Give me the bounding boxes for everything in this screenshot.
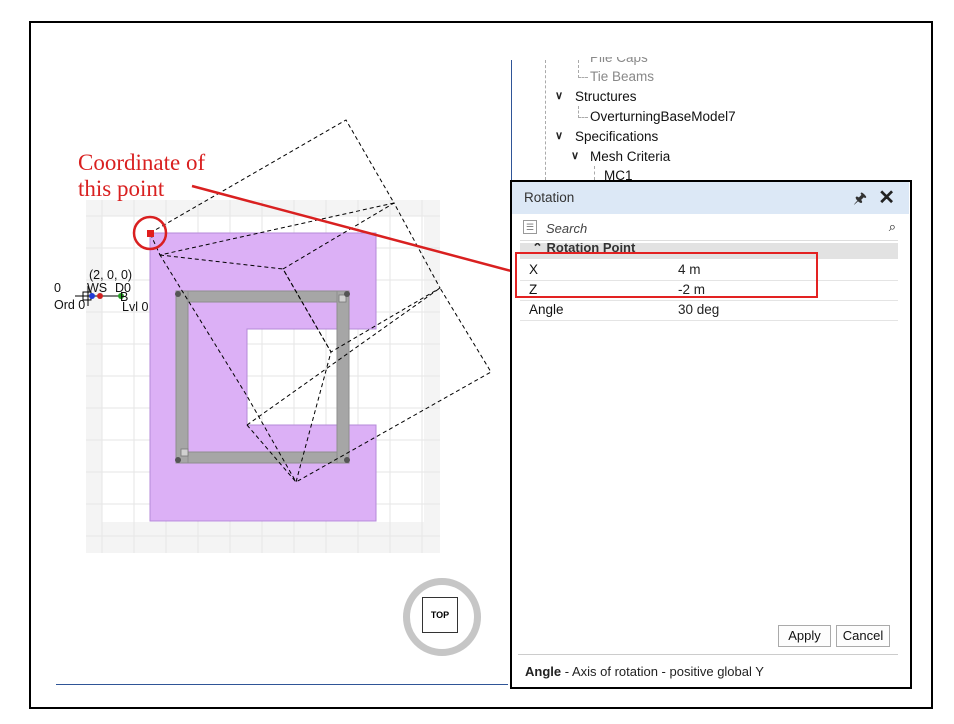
tree-connector [594,166,595,180]
tree-item-mc1[interactable]: MC1 [604,168,633,180]
tree-connector [545,60,546,180]
highlight-rectangle [515,252,818,298]
search-placeholder[interactable]: Search [546,221,587,236]
tree-item-specifications[interactable]: Specifications [575,129,658,144]
search-field[interactable]: ☰ Search ⌕ [520,218,898,241]
ordinate-label: Ord 0 [54,298,86,312]
tree-connector [578,77,588,78]
search-icon[interactable]: ⌕ [889,219,896,235]
beam-left [175,290,189,464]
pin-icon[interactable]: 🖈 [853,188,867,213]
rotation-point-marker [147,230,154,237]
chevron-down-icon[interactable]: ∨ [555,129,563,142]
tree-item-tie-beams[interactable]: Tie Beams [590,69,654,84]
tree-item-model[interactable]: OverturningBaseModel7 [590,109,736,124]
description-title: Angle [525,664,562,679]
property-name: Angle [529,302,564,317]
description-text: - Axis of rotation - positive global Y [561,664,764,679]
corner-node [344,457,350,463]
ws-label: WS [87,281,108,295]
close-icon[interactable]: ✕ [878,185,895,210]
beam-right [336,290,350,464]
cancel-button[interactable]: Cancel [836,625,890,647]
tree-connector [578,117,588,118]
tree-item-mesh-criteria[interactable]: Mesh Criteria [590,149,670,164]
chevron-down-icon[interactable]: ∨ [571,149,579,162]
beam-top [175,290,350,303]
list-icon: ☰ [523,220,537,234]
tree-panel-divider [511,60,512,182]
tree-connector [578,60,579,78]
corner-node [344,291,350,297]
coordinate-label: (2, 0, 0) [89,268,133,282]
panel-title: Rotation [524,190,575,205]
corner-node [175,291,181,297]
corner-node [175,457,181,463]
beam-bottom [175,451,350,464]
property-value[interactable]: 30 deg [678,302,719,317]
viewport-bottom-edge [56,684,508,685]
description-divider [518,654,898,655]
tree-item-structures[interactable]: Structures [575,89,637,104]
apply-button[interactable]: Apply [778,625,831,647]
property-description: Angle - Axis of rotation - positive glob… [525,664,764,679]
axis-zero-label: 0 [54,281,61,295]
level-label: Lvl 0 [122,300,149,314]
property-row-angle[interactable]: Angle 30 deg [520,300,898,321]
panel-header: Rotation 🖈 ✕ [512,182,909,214]
view-cube-top[interactable]: TOP [422,597,458,633]
node-marker [180,448,189,457]
annotation-text: Coordinate of this point [78,150,206,201]
chevron-down-icon[interactable]: ∨ [555,89,563,102]
